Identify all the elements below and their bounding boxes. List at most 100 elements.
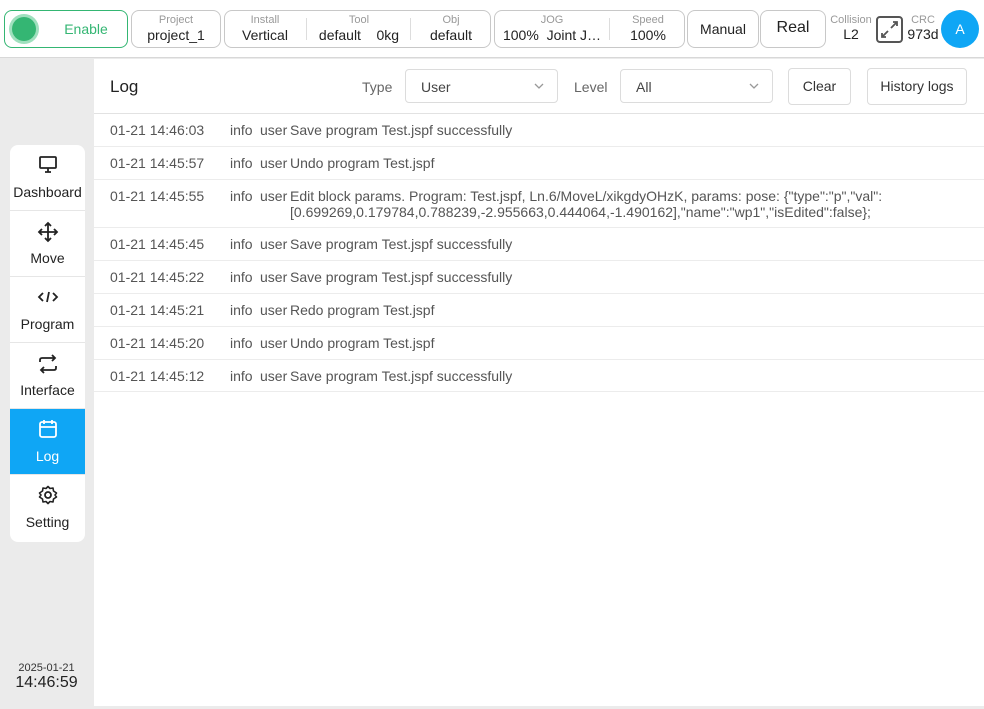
- collision-value: L2: [843, 26, 859, 42]
- log-row: 01-21 14:45:45 info user Save program Te…: [94, 228, 984, 261]
- log-time: 01-21 14:45:55: [110, 188, 205, 204]
- project-value: project_1: [147, 27, 205, 43]
- clock-date: 2025-01-21: [18, 662, 75, 674]
- crc-info: CRC 973d: [905, 14, 941, 42]
- sidebar-item-program[interactable]: Program: [10, 277, 85, 343]
- sidebar-item-label: Program: [20, 316, 75, 332]
- log-level: info: [230, 188, 253, 204]
- log-time: 01-21 14:45:20: [110, 335, 205, 351]
- type-filter-value: User: [421, 79, 451, 95]
- log-user: user: [260, 155, 288, 171]
- divider: [609, 18, 610, 40]
- type-filter-select[interactable]: User: [405, 69, 558, 103]
- level-filter-label: Level: [574, 79, 608, 95]
- log-user: user: [260, 122, 288, 138]
- gear-icon: [38, 485, 57, 505]
- tool-key: Tool: [348, 14, 370, 26]
- speed-value: 100%: [630, 27, 666, 43]
- user-avatar[interactable]: A: [941, 10, 979, 48]
- sidebar-item-dashboard[interactable]: Dashboard: [10, 145, 85, 211]
- calendar-icon: [38, 420, 57, 438]
- history-logs-button[interactable]: History logs: [867, 68, 967, 105]
- log-user: user: [260, 269, 288, 285]
- collision-level[interactable]: Collision L2: [829, 14, 873, 42]
- crc-value: 973d: [907, 26, 939, 42]
- log-message: Save program Test.jspf successfully: [290, 368, 513, 384]
- log-message: Undo program Test.jspf: [290, 335, 435, 351]
- move-arrows-icon: [37, 221, 58, 243]
- log-message: Save program Test.jspf successfully: [290, 236, 513, 252]
- log-time: 01-21 14:46:03: [110, 122, 205, 138]
- log-user: user: [260, 236, 288, 252]
- tool-value: default 0kg: [309, 27, 409, 44]
- log-row: 01-21 14:45:22 info user Save program Te…: [94, 261, 984, 294]
- project-selector[interactable]: Project project_1: [131, 10, 221, 48]
- level-filter-select[interactable]: All: [620, 69, 773, 103]
- log-time: 01-21 14:45:57: [110, 155, 205, 171]
- obj-value: default: [429, 27, 473, 43]
- project-key: Project: [158, 14, 194, 26]
- obj-key: Obj: [442, 14, 460, 26]
- sidebar-item-label: Dashboard: [13, 184, 82, 200]
- log-row: 01-21 14:46:03 info user Save program Te…: [94, 114, 984, 147]
- tool-name: default: [318, 27, 361, 43]
- log-message: Edit block params. Program: Test.jspf, L…: [290, 188, 883, 220]
- log-level: info: [230, 122, 253, 138]
- collision-key: Collision: [830, 14, 872, 26]
- enable-label: Enable: [64, 21, 108, 37]
- tool-weight: 0kg: [376, 27, 400, 43]
- sidebar-item-log[interactable]: Log: [10, 409, 85, 475]
- enable-button[interactable]: Enable: [4, 10, 128, 48]
- level-filter-value: All: [636, 79, 652, 95]
- jog-percent: 100%: [502, 27, 539, 43]
- log-level: info: [230, 335, 253, 351]
- sidebar-nav: Dashboard Move Program Interface Log Set…: [10, 145, 85, 542]
- real-mode-button[interactable]: Real: [760, 10, 826, 48]
- jog-mode: Joint J…: [546, 27, 602, 43]
- log-time: 01-21 14:45:21: [110, 302, 205, 318]
- sidebar-item-label: Setting: [25, 514, 70, 530]
- log-time: 01-21 14:45:22: [110, 269, 205, 285]
- sidebar-item-label: Interface: [20, 382, 75, 398]
- jog-key: JOG: [540, 14, 564, 26]
- log-row: 01-21 14:45:57 info user Undo program Te…: [94, 147, 984, 180]
- log-time: 01-21 14:45:45: [110, 236, 205, 252]
- sidebar-item-setting[interactable]: Setting: [10, 475, 85, 541]
- log-row: 01-21 14:45:21 info user Redo program Te…: [94, 294, 984, 327]
- install-key: Install: [250, 14, 280, 26]
- fullscreen-icon[interactable]: [876, 16, 903, 43]
- sidebar-item-move[interactable]: Move: [10, 211, 85, 277]
- jog-speed-selector[interactable]: JOG 100% Joint J… Speed 100%: [494, 10, 685, 48]
- log-level: info: [230, 302, 253, 318]
- page-title: Log: [110, 77, 139, 96]
- monitor-icon: [38, 156, 57, 173]
- manual-mode-button[interactable]: Manual: [687, 10, 759, 48]
- sidebar-item-interface[interactable]: Interface: [10, 343, 85, 409]
- system-clock: 2025-01-21 14:46:59: [0, 662, 93, 692]
- install-value: Vertical: [242, 27, 288, 43]
- log-level: info: [230, 368, 253, 384]
- log-user: user: [260, 368, 288, 384]
- sidebar-item-label: Log: [35, 448, 60, 464]
- log-message: Save program Test.jspf successfully: [290, 122, 513, 138]
- install-tool-obj-selector[interactable]: Install Vertical Tool default 0kg Obj de…: [224, 10, 491, 48]
- log-user: user: [260, 302, 288, 318]
- log-message: Redo program Test.jspf: [290, 302, 435, 318]
- clear-button[interactable]: Clear: [788, 68, 851, 105]
- clock-time: 14:46:59: [15, 674, 78, 691]
- real-label: Real: [776, 19, 810, 36]
- log-message: Save program Test.jspf successfully: [290, 269, 513, 285]
- sidebar-item-label: Move: [30, 250, 65, 266]
- log-message: Undo program Test.jspf: [290, 155, 435, 171]
- manual-label: Manual: [700, 21, 746, 37]
- enable-status-dot-icon: [12, 17, 36, 41]
- log-level: info: [230, 269, 253, 285]
- repeat-icon: [38, 354, 57, 374]
- log-time: 01-21 14:45:12: [110, 368, 205, 384]
- log-user: user: [260, 335, 288, 351]
- jog-value: 100% Joint J…: [495, 27, 609, 44]
- log-toolbar: Log Type User Level All Clear History lo…: [94, 59, 984, 114]
- type-filter-label: Type: [362, 79, 393, 95]
- log-panel: Log Type User Level All Clear History lo…: [94, 59, 984, 706]
- log-level: info: [230, 236, 253, 252]
